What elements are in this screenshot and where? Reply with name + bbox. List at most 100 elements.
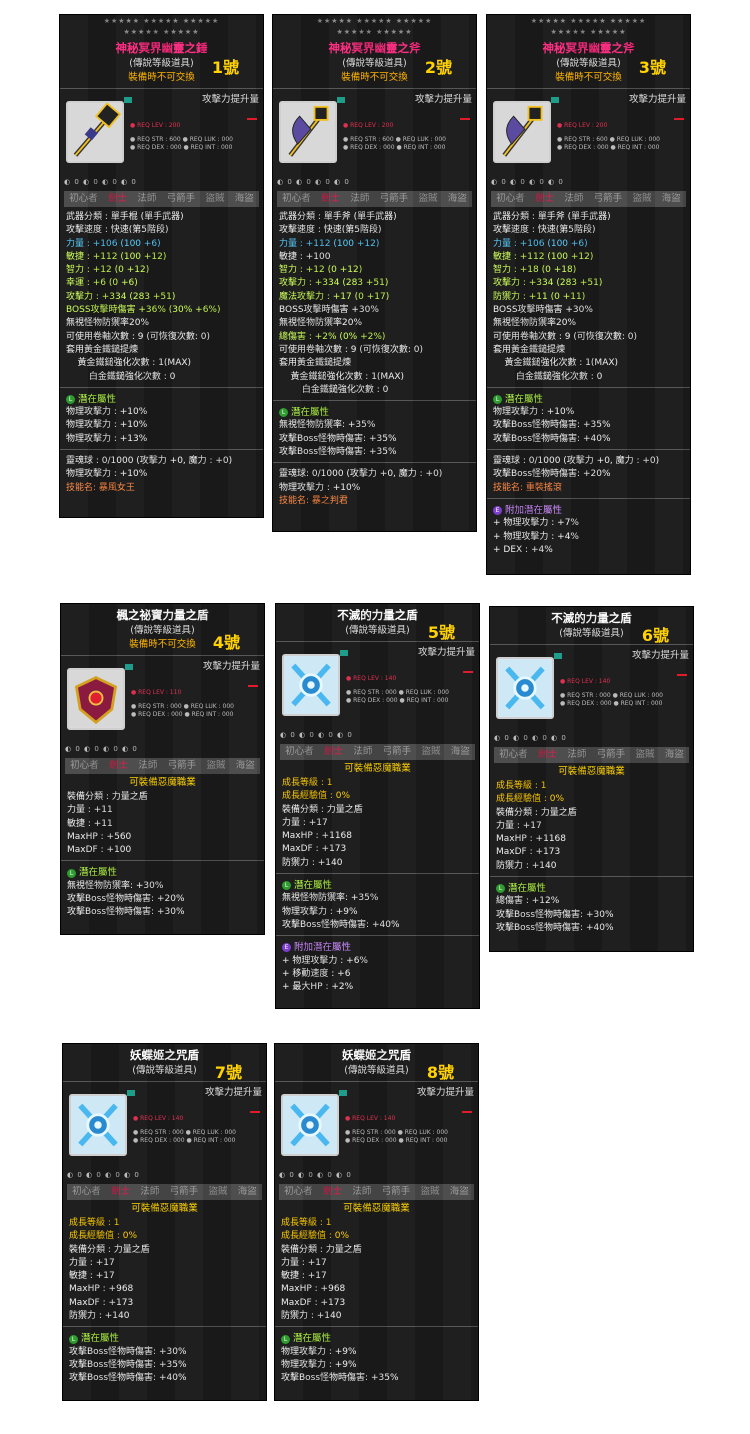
job-beginner: 初心者 (72, 1186, 101, 1198)
stat-line: BOSS攻擊時傷害 +36% (30% +6%) (66, 305, 221, 316)
item-name: 神秘冥界幽靈之斧 (542, 41, 635, 55)
job-pirate: 海盜 (234, 193, 254, 205)
attack-change-indicator (463, 671, 473, 673)
potential-line: 攻擊Boss怪物時傷害: +35% (69, 1359, 187, 1370)
item-card-2: ★★★★★ ★★★★★ ★★★★★ ★★★★★ ★★★★★ 神秘冥界幽靈之斧 (傳… (272, 14, 477, 532)
item-tag-icon (339, 1090, 347, 1096)
potential-header: L 潛在屬性 (279, 406, 470, 419)
axe-icon (493, 101, 551, 163)
potential-line: 無視怪物防禦率: +35% (279, 420, 376, 431)
stat-line: 成長等級 : 1 (69, 1218, 120, 1228)
stat-list: 成長等級 : 1 成長經驗值 : 0% 裝備分類 : 力量之盾 力量 : +17… (275, 1215, 478, 1323)
job-bar: 初心者 劍士 法師 弓箭手 盜賊 海盜 (64, 191, 259, 207)
stat-list: 武器分類 : 單手斧 (單手武器) 攻擊速度 : 快速(第5階段) 力量 : +… (273, 209, 476, 397)
job-archer: 弓箭手 (596, 749, 626, 761)
job-thief: 盜賊 (208, 1186, 228, 1198)
req-dex-int: ● REQ DEX : 000 ● REQ INT : 000 (345, 1137, 448, 1144)
potential-grade-icon: L (281, 1334, 290, 1344)
stat-line: MaxHP : +1168 (282, 831, 353, 842)
additional-potential-header: E 附加潛在屬性 (493, 504, 684, 517)
job-warrior: 劍士 (320, 193, 340, 205)
stat-line: 成長經驗值 : 0% (281, 1231, 350, 1242)
attack-change-indicator (677, 674, 687, 676)
skill-name: 技能名: 重裝搖滾 (493, 482, 562, 493)
stat-line: 防禦力 : +140 (69, 1311, 130, 1322)
potential-header: L 潛在屬性 (67, 866, 258, 879)
job-pirate: 海盜 (661, 193, 681, 205)
potential-line: 攻擊Boss怪物時傷害: +40% (282, 919, 400, 930)
potential-grade-icon: L (66, 395, 75, 404)
stat-line: 裝備分類 : 力量之盾 (496, 807, 577, 818)
stat-line: 武器分類 : 單手棍 (單手武器) (66, 212, 184, 222)
potential-header: L 潛在屬性 (282, 879, 473, 892)
card-number: 7號 (214, 1063, 242, 1082)
stat-line: 力量 : +112 (100 +12) (279, 238, 380, 249)
req-level: ● REQ LEV : 140 (560, 678, 611, 685)
star-force-row: ★★★★★ ★★★★★ ★★★★★ ★★★★★ ★★★★★ (316, 17, 433, 36)
additional-potential-grade-icon: E (282, 943, 291, 953)
slot-icon-row: ◐ 0 ◐ 0 ◐ 0 ◐ 0 (67, 1171, 140, 1179)
stat-line: BOSS攻擊時傷害 +30% (493, 305, 593, 316)
card-number: 8號 (426, 1063, 454, 1082)
stat-line: 力量 : +11 (67, 805, 113, 816)
job-bar: 初心者 劍士 法師 弓箭手 盜賊 海盜 (280, 744, 475, 760)
item-tag-icon (554, 653, 562, 659)
stat-line: 智力 : +18 (0 +18) (493, 265, 577, 276)
job-thief: 盜賊 (635, 749, 655, 761)
item-tag-icon (337, 97, 345, 103)
req-dex-int: ● REQ DEX : 000 ● REQ INT : 000 (560, 700, 663, 707)
stat-line: 成長等級 : 1 (282, 778, 333, 788)
stat-line: 黃金鐵鎚強化次數 : 1(MAX) (66, 358, 192, 369)
stat-list: 成長等級 : 1 成長經驗值 : 0% 裝備分類 : 力量之盾 力量 : +17… (490, 778, 693, 873)
job-warrior: 劍士 (110, 1186, 130, 1198)
job-magician: 法師 (140, 1186, 160, 1198)
stat-line: 可使用卷軸次數 : 9 (可恢復次數: 0) (493, 331, 637, 342)
req-str-luk: ● REQ STR : 600 ● REQ LUK : 000 (130, 136, 233, 143)
potential-header: L 潛在屬性 (496, 882, 687, 895)
req-dex-int: ● REQ DEX : 000 ● REQ INT : 000 (343, 144, 446, 151)
stat-line: BOSS攻擊時傷害 +30% (279, 305, 379, 316)
potential-line: 攻擊Boss怪物時傷害: +40% (69, 1373, 187, 1384)
req-dex-int: ● REQ DEX : 000 ● REQ INT : 000 (346, 697, 449, 704)
stat-line: 成長等級 : 1 (281, 1218, 332, 1228)
potential-line: 攻擊Boss怪物時傷害: +35% (279, 433, 397, 444)
potential-grade-icon: L (496, 884, 505, 894)
req-dex-int: ● REQ DEX : 000 ● REQ INT : 000 (130, 144, 233, 151)
attack-change-indicator (462, 1111, 472, 1113)
job-beginner: 初心者 (499, 749, 528, 761)
demon-equipable-note: 可裝備惡魔職業 (131, 1203, 198, 1214)
stat-line: 裝備分類 : 力量之盾 (282, 804, 363, 815)
shield-icon (282, 654, 340, 716)
item-tag-icon (340, 650, 348, 656)
req-level: ● REQ LEV : 200 (130, 122, 181, 129)
potential-line: 攻擊Boss怪物時傷害: +40% (493, 433, 611, 444)
job-bar: 初心者 劍士 法師 弓箭手 盜賊 海盜 (491, 191, 686, 207)
item-name: 楓之祕寶力量之盾 (116, 608, 209, 622)
shield-icon (67, 668, 125, 730)
additional-potential-line: + 物理攻擊力 : +4% (493, 531, 579, 542)
additional-potential-line: + 物理攻擊力 : +6% (282, 955, 368, 966)
stat-list: 武器分類 : 單手棍 (單手武器) 攻擊速度 : 快速(第5階段) 力量 : +… (60, 209, 263, 384)
item-card-5: 不滅的力量之盾 (傳說等級道具) 5號 攻擊力提升量 ● REQ LEV : 1… (275, 603, 480, 1009)
additional-potential-header: E 附加潛在屬性 (282, 941, 473, 954)
job-archer: 弓箭手 (169, 1186, 199, 1198)
stat-line: 攻擊速度 : 快速(第5階段) (279, 225, 382, 236)
attack-increase-label: 攻擊力提升量 (202, 661, 260, 672)
job-bar: 初心者 劍士 法師 弓箭手 盜賊 海盜 (65, 758, 260, 774)
potential-line: 攻擊Boss怪物時傷害: +35% (493, 420, 611, 431)
potential-line: 攻擊Boss怪物時傷害: +30% (67, 907, 185, 918)
job-beginner: 初心者 (69, 193, 98, 205)
potential-line: 物理攻擊力 : +10% (493, 407, 575, 418)
card-number: 3號 (638, 58, 666, 77)
item-tag-icon (551, 97, 559, 103)
req-level: ● REQ LEV : 140 (133, 1115, 184, 1122)
stat-line: 幸運 : +6 (0 +6) (66, 278, 138, 289)
job-pirate: 海盜 (664, 749, 684, 761)
potential-grade-icon: L (69, 1334, 78, 1344)
item-name: 神秘冥界幽靈之錘 (115, 41, 208, 55)
shield-icon (496, 657, 554, 719)
card-number: 5號 (427, 623, 455, 642)
item-tag-icon (127, 1090, 135, 1096)
job-magician: 法師 (352, 1186, 372, 1198)
skill-name: 技能名: 暴之判君 (279, 495, 348, 506)
